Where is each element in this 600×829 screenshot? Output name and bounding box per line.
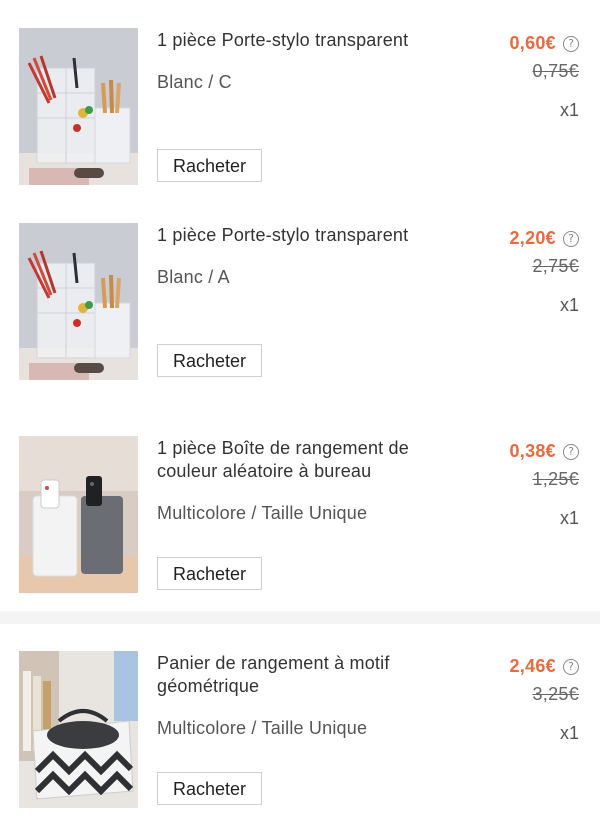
quantity: x1 (559, 100, 579, 120)
quantity: x1 (559, 723, 579, 743)
price-row: 0,38€ ? (509, 441, 579, 462)
rebuy-button[interactable]: Racheter (157, 772, 262, 805)
product-variant: Multicolore / Taille Unique (157, 718, 368, 738)
question-circle-icon[interactable]: ? (563, 658, 579, 675)
product-variant: Multicolore / Taille Unique (157, 503, 368, 523)
original-price: 2,75€ (532, 256, 579, 276)
sale-price: 0,38€ (509, 441, 556, 461)
product-variant: Blanc / A (157, 267, 230, 287)
product-variant: Blanc / C (157, 72, 232, 92)
price-row: 0,60€ ? (509, 33, 579, 54)
sale-price: 0,60€ (509, 33, 556, 53)
product-title[interactable]: 1 pièce Porte-stylo transparent (157, 29, 457, 52)
price-row: 2,20€ ? (509, 228, 579, 249)
quantity: x1 (559, 508, 579, 528)
product-title[interactable]: 1 pièce Porte-stylo transparent (157, 224, 457, 247)
question-circle-icon[interactable]: ? (563, 230, 579, 247)
quantity: x1 (559, 295, 579, 315)
product-image[interactable] (19, 223, 138, 380)
sale-price: 2,20€ (509, 228, 556, 248)
product-title[interactable]: Panier de rangement à motif géométrique (157, 652, 427, 698)
question-circle-icon[interactable]: ? (563, 35, 579, 52)
rebuy-button[interactable]: Racheter (157, 149, 262, 182)
original-price: 0,75€ (532, 61, 579, 81)
price-row: 2,46€ ? (509, 656, 579, 677)
rebuy-button[interactable]: Racheter (157, 557, 262, 590)
product-image[interactable] (19, 651, 138, 808)
question-circle-icon[interactable]: ? (563, 443, 579, 460)
sale-price: 2,46€ (509, 656, 556, 676)
product-title[interactable]: 1 pièce Boîte de rangement de couleur al… (157, 437, 447, 483)
original-price: 1,25€ (532, 469, 579, 489)
original-price: 3,25€ (532, 684, 579, 704)
product-image[interactable] (19, 28, 138, 185)
product-image[interactable] (19, 436, 138, 593)
section-separator (0, 611, 600, 624)
rebuy-button[interactable]: Racheter (157, 344, 262, 377)
